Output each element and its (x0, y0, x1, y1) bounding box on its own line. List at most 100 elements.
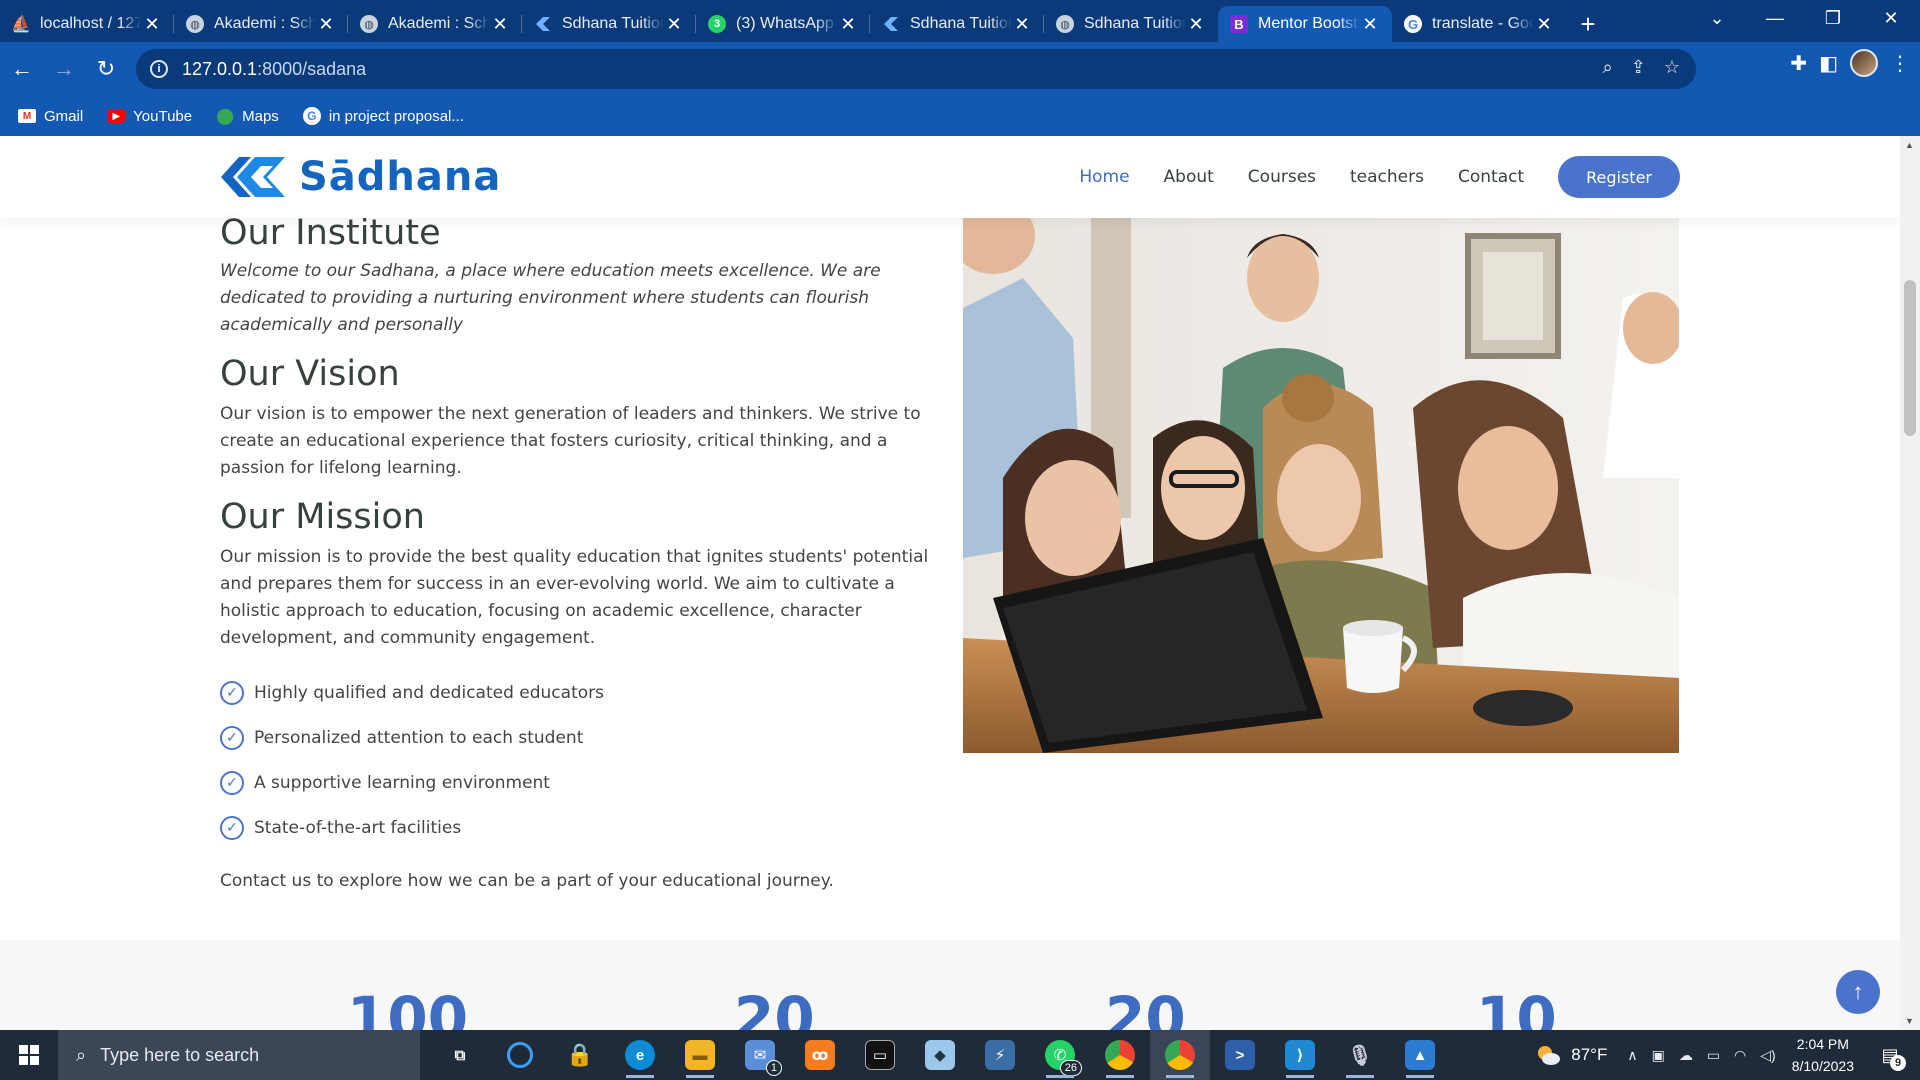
notification-center-button[interactable]: ▤ 9 (1872, 1037, 1908, 1073)
tab-title: Akademi : School (388, 15, 490, 32)
browser-tab[interactable]: ◍ Sdhana Tuition ✕ (1044, 6, 1218, 42)
taskbar-app[interactable]: 🔒 (550, 1030, 610, 1080)
logo-text: Sādhana (299, 154, 502, 200)
side-panel-icon[interactable]: ◧ (1819, 51, 1838, 76)
scrollbar-thumb[interactable] (1904, 280, 1916, 436)
feature-text: A supportive learning environment (254, 772, 550, 793)
register-button[interactable]: Register (1558, 156, 1680, 198)
taskbar-app[interactable]: ▬ (670, 1030, 730, 1080)
close-window-icon[interactable]: ✕ (1862, 8, 1920, 29)
browser-tab[interactable]: G translate - Google ✕ (1392, 6, 1566, 42)
tab-title: localhost / 127.0.0.1 (40, 15, 142, 32)
close-icon[interactable]: ✕ (664, 14, 684, 35)
browser-tab-active[interactable]: B Mentor Bootstrap ✕ (1218, 6, 1392, 42)
taskbar-app[interactable]: ▲ (1390, 1030, 1450, 1080)
nav-about[interactable]: About (1164, 167, 1214, 187)
scroll-up-arrow-icon[interactable]: ▲ (1905, 140, 1914, 150)
wifi-icon[interactable]: ◠ (1734, 1047, 1746, 1064)
chevron-up-icon[interactable]: ∧ (1627, 1047, 1637, 1064)
bookmark-maps[interactable]: ⬤ Maps (216, 108, 279, 126)
back-to-top-button[interactable]: ↑ (1836, 970, 1880, 1014)
browser-tab[interactable]: Sdhana Tuition ✕ (522, 6, 696, 42)
taskbar-app[interactable]: e (610, 1030, 670, 1080)
zoom-icon[interactable]: ⌕ (1603, 57, 1613, 78)
feature-item: ✓ Personalized attention to each student (220, 715, 940, 760)
taskbar-app[interactable]: ✉ 1 (730, 1030, 790, 1080)
globe-icon: ◍ (1056, 15, 1074, 33)
taskbar-app[interactable]: 🎙 (1330, 1030, 1390, 1080)
close-icon[interactable]: ✕ (1360, 14, 1380, 35)
meet-now-icon[interactable]: ▣ (1652, 1047, 1665, 1064)
taskbar-app[interactable]: > (1210, 1030, 1270, 1080)
close-icon[interactable]: ✕ (490, 14, 510, 35)
scroll-down-arrow-icon[interactable]: ▼ (1905, 1016, 1914, 1026)
bookmark-project-proposal[interactable]: G in project proposal... (302, 107, 464, 125)
globe-icon: ◍ (360, 15, 378, 33)
url-path: :8000/sadana (257, 58, 367, 79)
new-tab-button[interactable]: + (1566, 6, 1610, 42)
reload-icon[interactable]: ↻ (86, 49, 126, 89)
toolbar-right: ✚ ◧ ⋮ (1790, 49, 1910, 77)
taskbar-app[interactable]: ꝏ (790, 1030, 850, 1080)
volume-icon[interactable]: ◁) (1760, 1047, 1775, 1064)
cortana-button[interactable] (490, 1030, 550, 1080)
taskbar-app[interactable] (1150, 1030, 1210, 1080)
close-icon[interactable]: ✕ (1186, 14, 1206, 35)
tab-title: translate - Google (1432, 15, 1534, 32)
task-view-button[interactable]: ⧉ (430, 1030, 490, 1080)
browser-tab[interactable]: ◍ Akademi : School ✕ (348, 6, 522, 42)
close-icon[interactable]: ✕ (1012, 14, 1032, 35)
onedrive-icon[interactable]: ☁ (1679, 1047, 1693, 1064)
address-bar[interactable]: i 127.0.0.1:8000/sadana ⌕ ⇪ ☆ (136, 49, 1696, 89)
bookmark-youtube[interactable]: ▶ YouTube (107, 108, 192, 125)
share-icon[interactable]: ⇪ (1631, 57, 1646, 78)
browser-tab[interactable]: ◍ Akademi : School ✕ (174, 6, 348, 42)
taskbar-app[interactable]: ✆ 26 (1030, 1030, 1090, 1080)
restore-icon[interactable]: ❐ (1804, 8, 1862, 29)
stat-value: 10 (1476, 984, 1557, 1030)
arrow-up-icon: ↑ (1852, 979, 1864, 1004)
profile-avatar[interactable] (1850, 49, 1878, 77)
extensions-icon[interactable]: ✚ (1790, 51, 1807, 76)
taskbar-app[interactable]: ⚡ (970, 1030, 1030, 1080)
system-clock[interactable]: 2:04 PM 8/10/2023 (1792, 1033, 1854, 1077)
taskbar-app[interactable]: ▭ (850, 1030, 910, 1080)
bookmark-star-icon[interactable]: ☆ (1664, 57, 1680, 78)
browser-tab[interactable]: Sdhana Tuition ✕ (870, 6, 1044, 42)
forward-arrow-icon[interactable]: → (44, 49, 84, 89)
close-icon[interactable]: ✕ (142, 14, 162, 35)
page-scrollbar[interactable]: ▲ ▼ (1900, 136, 1920, 1030)
close-icon[interactable]: ✕ (1534, 14, 1554, 35)
taskbar-app[interactable]: ⟩ (1270, 1030, 1330, 1080)
close-icon[interactable]: ✕ (316, 14, 336, 35)
nav-contact[interactable]: Contact (1458, 167, 1524, 187)
weather-widget[interactable]: 87°F (1535, 1044, 1607, 1066)
battery-icon[interactable]: ▭ (1707, 1047, 1720, 1064)
nav-teachers[interactable]: teachers (1350, 167, 1424, 187)
feature-item: ✓ State-of-the-art facilities (220, 805, 940, 850)
taskbar-search[interactable]: ⌕ Type here to search (58, 1030, 420, 1080)
feature-item: ✓ A supportive learning environment (220, 760, 940, 805)
browser-tab[interactable]: 3 (3) WhatsApp ✕ (696, 6, 870, 42)
tab-search-icon[interactable]: ⌄ (1688, 8, 1746, 29)
minimize-icon[interactable]: — (1746, 8, 1804, 29)
taskbar-app[interactable]: ◆ (910, 1030, 970, 1080)
site-logo[interactable]: Sādhana (221, 154, 501, 200)
menu-icon[interactable]: ⋮ (1890, 51, 1910, 76)
terminal-icon: ▭ (865, 1040, 895, 1070)
maps-icon: ⬤ (216, 108, 235, 125)
bookmark-gmail[interactable]: M Gmail (18, 108, 83, 125)
main-nav: Home About Courses teachers Contact Regi… (1045, 156, 1680, 198)
browser-tab[interactable]: ⛵ localhost / 127.0.0.1 ✕ (0, 6, 174, 42)
tab-title: Sdhana Tuition (562, 15, 664, 32)
mission-text: Our mission is to provide the best quali… (220, 547, 929, 648)
nav-courses[interactable]: Courses (1248, 167, 1316, 187)
start-button[interactable] (0, 1030, 58, 1080)
close-icon[interactable]: ✕ (838, 14, 858, 35)
taskbar-app[interactable] (1090, 1030, 1150, 1080)
back-arrow-icon[interactable]: ← (2, 49, 42, 89)
nav-home[interactable]: Home (1079, 167, 1129, 187)
site-info-icon[interactable]: i (150, 60, 168, 78)
stat-value: 20 (734, 984, 815, 1030)
feature-text: Highly qualified and dedicated educators (254, 682, 604, 703)
